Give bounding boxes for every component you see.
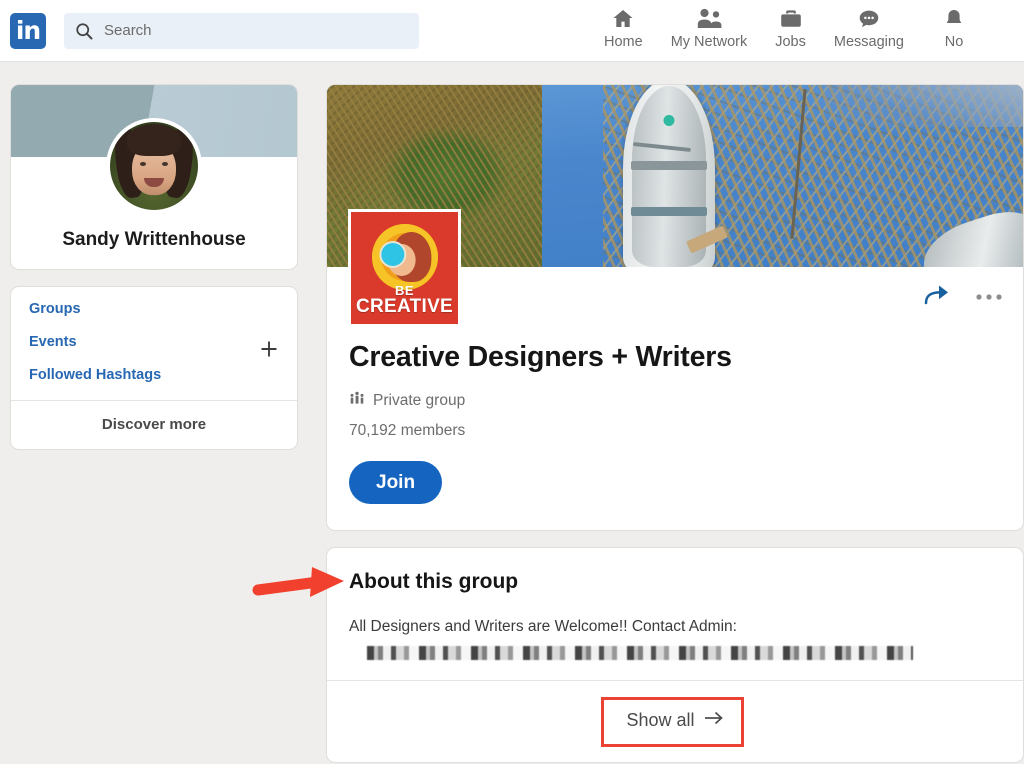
sidebar-links-card: Groups Events Followed Hashtags Discover…: [10, 286, 298, 450]
about-group-body: About this group All Designers and Write…: [327, 548, 1023, 680]
left-sidebar: Sandy Writtenhouse Groups Events Followe…: [10, 84, 298, 450]
plus-icon[interactable]: [259, 339, 279, 359]
sidebar-label-followed-hashtags: Followed Hashtags: [29, 367, 161, 383]
linkedin-group-page: in Home: [0, 0, 1024, 764]
group-logo[interactable]: BE CREATIVE: [348, 209, 461, 327]
search-icon: [74, 21, 94, 41]
group-logo-text: BE CREATIVE: [356, 284, 453, 324]
redacted-text-line: [367, 646, 913, 660]
show-all-row: Show all: [327, 681, 1023, 762]
nav-item-jobs[interactable]: Jobs: [761, 0, 820, 50]
group-privacy-icon: [349, 390, 365, 411]
sidebar-item-groups[interactable]: Groups: [11, 301, 297, 317]
profile-name: Sandy Writtenhouse: [11, 229, 297, 251]
show-all-button[interactable]: Show all: [610, 701, 739, 740]
nav-label-jobs: Jobs: [775, 34, 806, 50]
group-action-icons: [923, 281, 1003, 312]
nav-item-messaging[interactable]: Messaging: [820, 0, 918, 50]
messaging-icon: [856, 6, 882, 32]
discover-more-button[interactable]: Discover more: [11, 401, 297, 449]
avatar[interactable]: [106, 118, 202, 214]
group-title: Creative Designers + Writers: [349, 341, 1001, 374]
notifications-icon: [942, 6, 966, 32]
profile-card[interactable]: Sandy Writtenhouse: [10, 84, 298, 270]
avatar-photo: [110, 122, 198, 210]
more-options-icon[interactable]: [975, 288, 1003, 306]
show-all-label: Show all: [626, 710, 694, 731]
group-privacy: Private group: [349, 390, 1001, 411]
group-privacy-label: Private group: [373, 392, 465, 410]
about-this-group-heading: About this group: [349, 570, 1001, 594]
sidebar-label-events: Events: [29, 334, 77, 350]
primary-nav: Home My Network: [590, 0, 952, 62]
nav-label-home: Home: [604, 34, 643, 50]
nav-item-my-network[interactable]: My Network: [657, 0, 762, 50]
arrow-right-icon: [704, 710, 724, 731]
linkedin-logo[interactable]: in: [10, 13, 46, 49]
sidebar-item-events[interactable]: Events: [11, 334, 297, 350]
about-group-card: About this group All Designers and Write…: [326, 547, 1024, 763]
nav-label-messaging: Messaging: [834, 34, 904, 50]
global-header: in Home: [0, 0, 1024, 62]
nav-label-notifications: No: [945, 34, 964, 50]
search-input[interactable]: [104, 22, 394, 39]
group-header-card: BE CREATIVE: [326, 84, 1024, 531]
share-arrow-icon[interactable]: [923, 281, 953, 312]
group-logo-artwork: [366, 224, 444, 290]
linkedin-logo-text: in: [16, 18, 40, 43]
nav-label-my-network: My Network: [671, 34, 748, 50]
nav-item-home[interactable]: Home: [590, 0, 657, 50]
discover-more-label: Discover more: [102, 416, 206, 433]
sidebar-item-followed-hashtags[interactable]: Followed Hashtags: [11, 367, 297, 383]
about-group-description: All Designers and Writers are Welcome!! …: [349, 616, 1001, 638]
join-button[interactable]: Join: [349, 461, 442, 504]
search-box[interactable]: [64, 13, 419, 49]
sidebar-label-groups: Groups: [29, 301, 81, 317]
group-member-count: 70,192 members: [349, 422, 1001, 440]
group-logo-line2: CREATIVE: [356, 297, 453, 316]
jobs-briefcase-icon: [778, 6, 804, 32]
home-icon: [610, 6, 636, 32]
my-network-icon: [695, 6, 723, 32]
main-content: BE CREATIVE: [326, 84, 1024, 763]
nav-item-notifications[interactable]: No: [918, 0, 976, 50]
